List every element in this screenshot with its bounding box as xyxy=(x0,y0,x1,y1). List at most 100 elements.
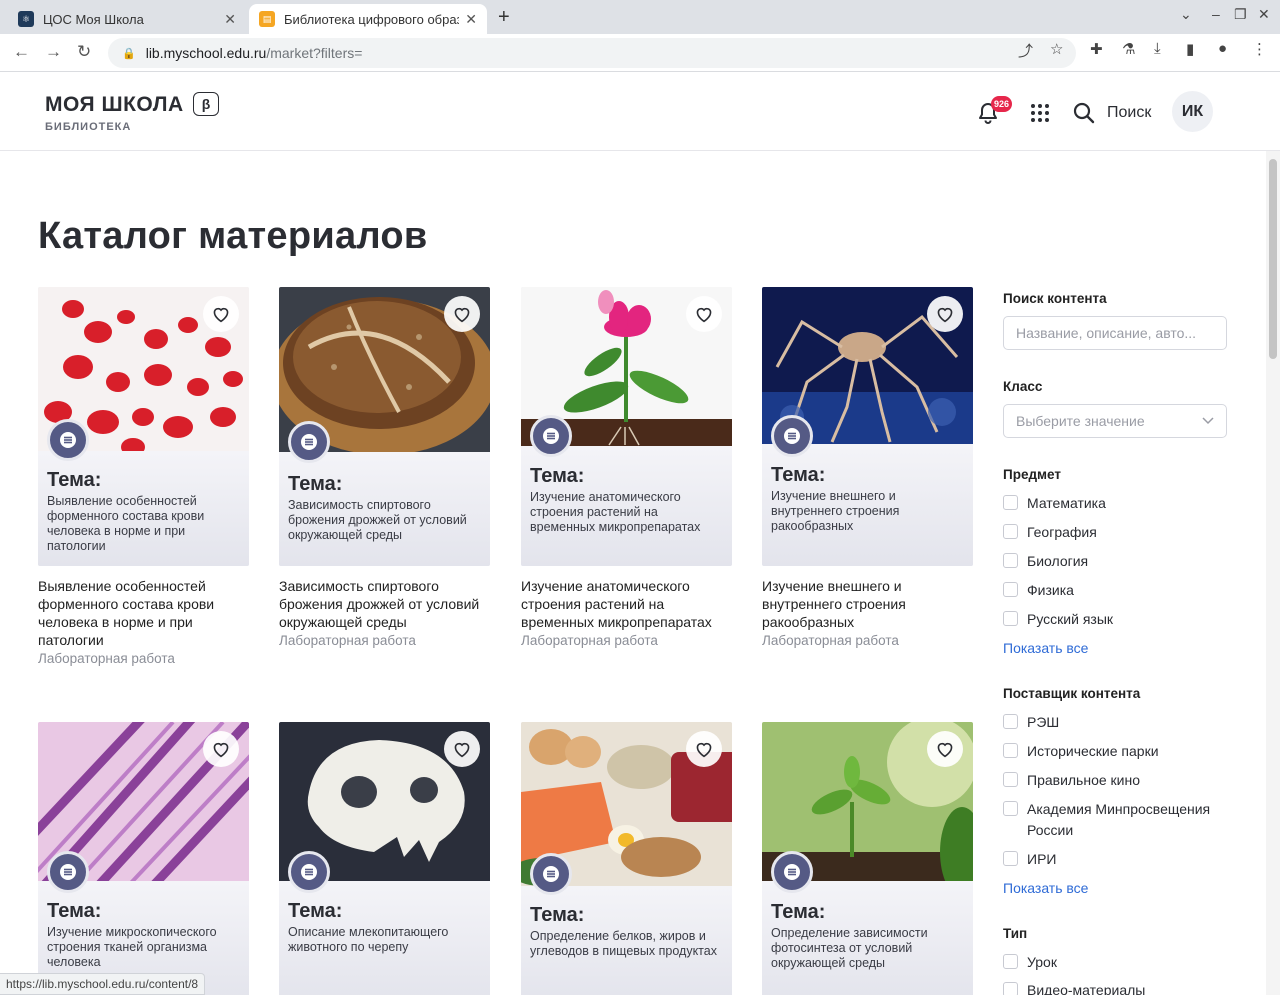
catalog-card[interactable]: Тема: Выявление особенностей форменного … xyxy=(38,287,249,666)
checkbox-box[interactable] xyxy=(1003,801,1018,816)
address-bar[interactable]: 🔒 lib.myschool.edu.ru/market?filters= xyxy=(108,38,1076,68)
card-title[interactable]: Изучение внешнего и внутреннего строения… xyxy=(762,577,973,631)
provider-checkbox[interactable]: Правильное кино xyxy=(1003,770,1140,791)
search-icon[interactable] xyxy=(1072,101,1096,125)
catalog-card[interactable]: Тема: Определение зависимости фотосинтез… xyxy=(762,722,973,995)
tab-close-icon[interactable]: ✕ xyxy=(465,11,477,28)
close-window-icon[interactable]: ✕ xyxy=(1258,6,1270,23)
reload-icon[interactable]: ↻ xyxy=(77,42,91,62)
minimize-icon[interactable]: – xyxy=(1212,6,1220,22)
download-icon[interactable]: ⤓ xyxy=(1154,40,1161,57)
checkbox-box[interactable] xyxy=(1003,954,1018,969)
subject-checkbox[interactable]: Математика xyxy=(1003,493,1106,514)
favorite-button[interactable] xyxy=(686,296,722,332)
checkbox-box[interactable] xyxy=(1003,611,1018,626)
card-type: Лабораторная работа xyxy=(521,633,658,648)
scrollbar-thumb[interactable] xyxy=(1269,159,1277,359)
browser-tab-2[interactable]: ▤ Библиотека цифрового образования ✕ xyxy=(249,4,487,34)
checkbox-box[interactable] xyxy=(1003,524,1018,539)
checkbox-box[interactable] xyxy=(1003,582,1018,597)
checkbox-box[interactable] xyxy=(1003,982,1018,995)
provider-checkbox[interactable]: Академия Минпросвещения России xyxy=(1003,799,1227,841)
catalog-card[interactable]: Тема: Изучение микроскопического строени… xyxy=(38,722,249,995)
extensions-icon[interactable]: ✚ xyxy=(1090,40,1103,58)
providers-show-all-link[interactable]: Показать все xyxy=(1003,880,1088,896)
lock-icon: 🔒 xyxy=(122,47,136,60)
search-button[interactable]: Поиск xyxy=(1107,104,1151,122)
search-content-input[interactable]: Название, описание, авто... xyxy=(1003,316,1227,350)
page-scrollbar[interactable] xyxy=(1266,151,1280,995)
card-topic-label: Тема: xyxy=(530,904,585,926)
favorite-button[interactable] xyxy=(686,731,722,767)
catalog-card[interactable]: Тема: Определение белков, жиров и углево… xyxy=(521,722,732,995)
back-icon[interactable]: ← xyxy=(13,42,30,62)
checkbox-label: Русский язык xyxy=(1027,611,1114,627)
catalog-card[interactable]: Тема: Изучение внешнего и внутреннего ст… xyxy=(762,287,973,648)
restore-icon[interactable]: ❐ xyxy=(1234,6,1247,23)
card-thumbnail[interactable]: Тема: Определение зависимости фотосинтез… xyxy=(762,722,973,995)
card-thumbnail[interactable]: Тема: Выявление особенностей форменного … xyxy=(38,287,249,566)
card-thumbnail[interactable]: Тема: Изучение внешнего и внутреннего ст… xyxy=(762,287,973,566)
type-checkbox[interactable]: Урок xyxy=(1003,952,1057,973)
checkbox-box[interactable] xyxy=(1003,743,1018,758)
site-logo[interactable]: МОЯ ШКОЛА xyxy=(45,93,184,117)
favorite-button[interactable] xyxy=(203,731,239,767)
side-panel-icon[interactable]: ▮ xyxy=(1186,40,1194,58)
subject-checkbox[interactable]: Физика xyxy=(1003,580,1074,601)
tab-close-icon[interactable]: ✕ xyxy=(224,11,236,28)
checkbox-box[interactable] xyxy=(1003,851,1018,866)
card-title[interactable]: Зависимость спиртового брожения дрожжей … xyxy=(279,577,490,631)
tab-favicon-icon: ▤ xyxy=(259,11,275,27)
catalog-card[interactable]: Тема: Зависимость спиртового брожения др… xyxy=(279,287,490,648)
apps-grid-icon[interactable] xyxy=(1031,104,1049,122)
card-thumbnail[interactable]: Тема: Определение белков, жиров и углево… xyxy=(521,722,732,995)
subject-checkbox[interactable]: Русский язык xyxy=(1003,609,1113,630)
checkbox-label: Биология xyxy=(1027,553,1089,569)
checkbox-box[interactable] xyxy=(1003,553,1018,568)
checkbox-box[interactable] xyxy=(1003,495,1018,510)
card-thumbnail[interactable]: Тема: Описание млекопитающего животного … xyxy=(279,722,490,995)
checkbox-box[interactable] xyxy=(1003,772,1018,787)
favorite-button[interactable] xyxy=(444,731,480,767)
provider-checkbox[interactable]: РЭШ xyxy=(1003,712,1059,733)
provider-checkbox[interactable]: ИРИ xyxy=(1003,849,1056,870)
list-document-icon xyxy=(301,434,317,450)
favorite-button[interactable] xyxy=(927,296,963,332)
forward-icon[interactable]: → xyxy=(45,42,62,62)
favorite-button[interactable] xyxy=(927,731,963,767)
type-checkbox[interactable]: Видео-материалы xyxy=(1003,980,1145,995)
card-type: Лабораторная работа xyxy=(38,651,175,666)
card-title[interactable]: Выявление особенностей форменного состав… xyxy=(38,577,249,649)
favorite-button[interactable] xyxy=(203,296,239,332)
beta-badge: β xyxy=(193,92,219,116)
lab-icon[interactable]: ⚗ xyxy=(1122,40,1135,58)
provider-checkbox[interactable]: Исторические парки xyxy=(1003,741,1159,762)
profile-icon[interactable]: ● xyxy=(1218,40,1227,57)
new-tab-icon[interactable]: + xyxy=(498,6,510,29)
user-avatar[interactable]: ИК xyxy=(1172,91,1213,132)
catalog-card[interactable]: Тема: Описание млекопитающего животного … xyxy=(279,722,490,995)
class-select[interactable]: Выберите значение xyxy=(1003,404,1227,438)
browser-tab-1[interactable]: ⚛ ЦОС Моя Школа ✕ xyxy=(8,4,246,34)
menu-icon[interactable]: ⋮ xyxy=(1252,40,1267,58)
favorite-button[interactable] xyxy=(444,296,480,332)
share-icon[interactable]: ⤴ xyxy=(1018,40,1033,61)
checkbox-box[interactable] xyxy=(1003,714,1018,729)
card-topic-description: Зависимость спиртового брожения дрожжей … xyxy=(288,498,467,542)
card-thumbnail[interactable]: Тема: Изучение анатомического строения р… xyxy=(521,287,732,566)
checkbox-label: Урок xyxy=(1027,954,1057,970)
document-badge xyxy=(288,851,330,893)
catalog-card[interactable]: Тема: Изучение анатомического строения р… xyxy=(521,287,732,648)
notification-count-badge: 926 xyxy=(991,96,1013,112)
card-thumbnail[interactable]: Тема: Зависимость спиртового брожения др… xyxy=(279,287,490,566)
card-title[interactable]: Изучение анатомического строения растени… xyxy=(521,577,732,631)
subject-checkbox[interactable]: Биология xyxy=(1003,551,1088,572)
tab-search-icon[interactable]: ⌄ xyxy=(1180,6,1192,23)
checkbox-label: РЭШ xyxy=(1027,714,1060,730)
card-thumbnail[interactable]: Тема: Изучение микроскопического строени… xyxy=(38,722,249,995)
bookmark-star-icon[interactable]: ☆ xyxy=(1050,40,1063,58)
subject-checkbox[interactable]: География xyxy=(1003,522,1097,543)
subjects-show-all-link[interactable]: Показать все xyxy=(1003,640,1088,656)
card-topic-label: Тема: xyxy=(771,901,826,923)
type-heading: Тип xyxy=(1003,926,1028,941)
